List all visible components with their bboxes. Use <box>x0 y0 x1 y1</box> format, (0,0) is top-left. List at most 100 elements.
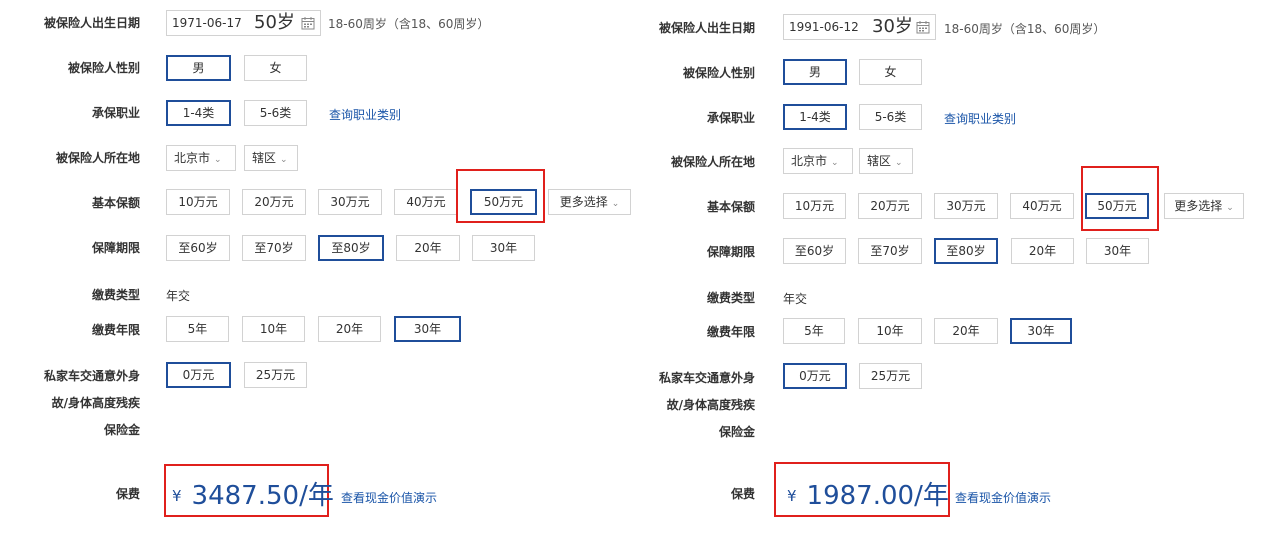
coverage-label: 基本保额 <box>91 196 140 210</box>
car-option-0[interactable]: 0万元 <box>783 363 847 389</box>
occupation-lookup-link[interactable]: 查询职业类别 <box>329 106 401 123</box>
occupation-lookup-link[interactable]: 查询职业类别 <box>944 110 1016 127</box>
period-option-80[interactable]: 至80岁 <box>318 235 384 261</box>
age-range-hint: 18-60周岁（含18、60周岁） <box>944 22 1106 36</box>
payment-type-value: 年交 <box>783 292 808 306</box>
premium-label: 保费 <box>730 487 755 501</box>
birth-date-input[interactable]: 1971-06-17 50岁 <box>166 10 321 36</box>
premium-amount: ¥1987.00/年 <box>787 475 949 512</box>
car-option-25[interactable]: 25万元 <box>244 362 307 388</box>
coverage-option-40[interactable]: 40万元 <box>1010 193 1074 219</box>
occupation-5-6-option[interactable]: 5-6类 <box>859 104 922 130</box>
payment-type-label: 缴费类型 <box>91 288 140 302</box>
city-value: 北京市 <box>174 151 211 165</box>
gender-male-option[interactable]: 男 <box>783 59 847 85</box>
coverage-option-30[interactable]: 30万元 <box>934 193 998 219</box>
chevron-down-icon: ⌄ <box>895 158 903 168</box>
gender-female-option[interactable]: 女 <box>859 59 922 85</box>
coverage-option-20[interactable]: 20万元 <box>858 193 922 219</box>
payment-years-label: 缴费年限 <box>91 323 140 337</box>
gender-male-option[interactable]: 男 <box>166 55 231 81</box>
period-option-80[interactable]: 至80岁 <box>934 238 998 264</box>
coverage-highlight-box <box>456 169 545 223</box>
period-option-70[interactable]: 至70岁 <box>242 235 306 261</box>
period-option-70[interactable]: 至70岁 <box>858 238 922 264</box>
payment-years-option-10[interactable]: 10年 <box>858 318 922 344</box>
chevron-down-icon: ⌄ <box>831 158 839 168</box>
car-accident-label-line1: 私家车交通意外身 <box>43 369 140 383</box>
birth-date-label: 被保险人出生日期 <box>658 21 755 35</box>
payment-years-option-10[interactable]: 10年 <box>242 316 305 342</box>
age-value: 50岁 <box>254 12 295 33</box>
district-value: 辖区 <box>252 151 277 165</box>
gender-label: 被保险人性别 <box>682 66 755 80</box>
coverage-more-label: 更多选择 <box>559 195 608 209</box>
chevron-down-icon: ⌄ <box>214 155 222 165</box>
chevron-down-icon: ⌄ <box>1226 203 1234 213</box>
car-accident-label-line2: 故/身体高度残疾 <box>51 396 140 410</box>
car-accident-label-line2: 故/身体高度残疾 <box>666 398 755 412</box>
coverage-label: 基本保额 <box>706 200 755 214</box>
birth-date-value: 1971-06-17 <box>172 16 242 30</box>
district-select[interactable]: 辖区 ⌄ <box>859 148 913 174</box>
period-option-30y[interactable]: 30年 <box>472 235 535 261</box>
coverage-more-label: 更多选择 <box>1174 199 1223 213</box>
period-label: 保障期限 <box>706 245 755 259</box>
cash-value-demo-link[interactable]: 查看现金价值演示 <box>341 489 437 506</box>
birth-date-label: 被保险人出生日期 <box>43 16 140 30</box>
premium-amount: ¥3487.50/年 <box>172 475 334 512</box>
district-select[interactable]: 辖区 ⌄ <box>244 145 298 171</box>
age-value: 30岁 <box>872 16 913 37</box>
payment-years-label: 缴费年限 <box>706 325 755 339</box>
location-label: 被保险人所在地 <box>670 155 755 169</box>
coverage-option-30[interactable]: 30万元 <box>318 189 382 215</box>
payment-years-option-20[interactable]: 20年 <box>934 318 998 344</box>
period-option-60[interactable]: 至60岁 <box>783 238 846 264</box>
period-option-60[interactable]: 至60岁 <box>166 235 230 261</box>
cash-value-demo-link[interactable]: 查看现金价值演示 <box>955 489 1051 506</box>
coverage-option-10[interactable]: 10万元 <box>783 193 846 219</box>
period-option-20y[interactable]: 20年 <box>396 235 460 261</box>
occupation-1-4-option[interactable]: 1-4类 <box>166 100 231 126</box>
birth-date-input[interactable]: 1991-06-12 30岁 <box>783 14 936 40</box>
right-quote-panel: 被保险人出生日期 1991-06-12 30岁 18-60周岁（含18、60周岁… <box>615 2 1255 553</box>
payment-type-value: 年交 <box>166 289 191 303</box>
period-label: 保障期限 <box>91 241 140 255</box>
occupation-label: 承保职业 <box>91 106 140 120</box>
car-option-0[interactable]: 0万元 <box>166 362 231 388</box>
occupation-5-6-option[interactable]: 5-6类 <box>244 100 307 126</box>
calendar-icon[interactable] <box>916 20 930 34</box>
gender-female-option[interactable]: 女 <box>244 55 307 81</box>
coverage-highlight-box <box>1081 166 1159 231</box>
payment-years-option-5[interactable]: 5年 <box>166 316 229 342</box>
city-select[interactable]: 北京市 ⌄ <box>166 145 236 171</box>
car-option-25[interactable]: 25万元 <box>859 363 922 389</box>
payment-years-option-30[interactable]: 30年 <box>394 316 461 342</box>
age-range-hint: 18-60周岁（含18、60周岁） <box>328 17 490 31</box>
occupation-1-4-option[interactable]: 1-4类 <box>783 104 847 130</box>
period-option-30y[interactable]: 30年 <box>1086 238 1149 264</box>
premium-value: 1987.00/年 <box>806 481 949 511</box>
occupation-label: 承保职业 <box>706 111 755 125</box>
chevron-down-icon: ⌄ <box>280 155 288 165</box>
period-option-20y[interactable]: 20年 <box>1011 238 1074 264</box>
premium-label: 保费 <box>115 487 140 501</box>
car-accident-label-line3: 保险金 <box>103 423 140 437</box>
district-value: 辖区 <box>867 154 892 168</box>
birth-date-value: 1991-06-12 <box>789 20 859 34</box>
coverage-option-40[interactable]: 40万元 <box>394 189 458 215</box>
left-quote-panel: 被保险人出生日期 1971-06-17 50岁 18-60周岁（含18、60周岁… <box>0 0 640 551</box>
city-value: 北京市 <box>791 154 828 168</box>
coverage-option-10[interactable]: 10万元 <box>166 189 230 215</box>
city-select[interactable]: 北京市 ⌄ <box>783 148 853 174</box>
payment-years-option-5[interactable]: 5年 <box>783 318 845 344</box>
payment-years-option-30[interactable]: 30年 <box>1010 318 1072 344</box>
car-accident-label-line1: 私家车交通意外身 <box>658 371 755 385</box>
gender-label: 被保险人性别 <box>67 61 140 75</box>
calendar-icon[interactable] <box>301 16 315 30</box>
car-accident-label-line3: 保险金 <box>718 425 755 439</box>
coverage-more-select[interactable]: 更多选择 ⌄ <box>1164 193 1244 219</box>
coverage-option-20[interactable]: 20万元 <box>242 189 306 215</box>
currency-symbol: ¥ <box>787 487 797 505</box>
payment-years-option-20[interactable]: 20年 <box>318 316 381 342</box>
